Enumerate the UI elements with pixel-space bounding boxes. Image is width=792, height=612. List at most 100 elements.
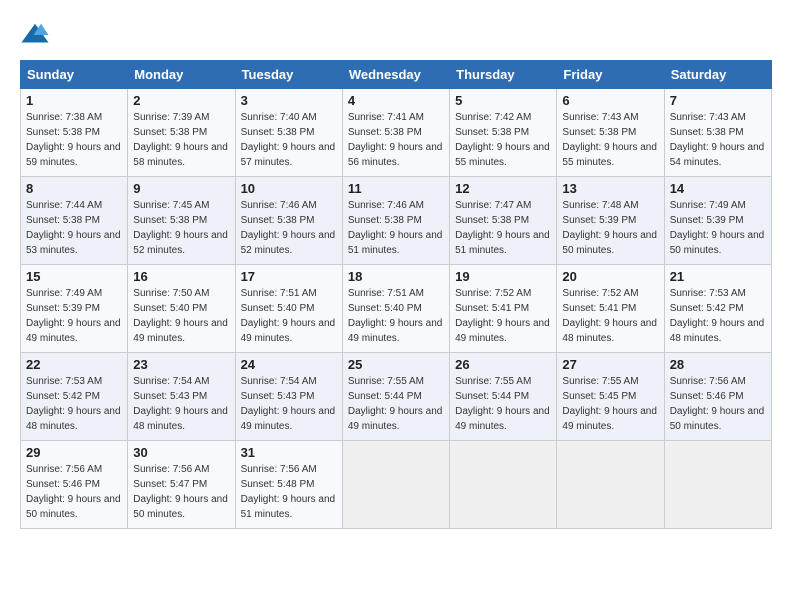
day-info: Sunrise: 7:55 AM Sunset: 5:44 PM Dayligh… — [348, 374, 444, 434]
day-info: Sunrise: 7:44 AM Sunset: 5:38 PM Dayligh… — [26, 198, 122, 258]
day-info: Sunrise: 7:49 AM Sunset: 5:39 PM Dayligh… — [26, 286, 122, 346]
calendar-day-cell: 29 Sunrise: 7:56 AM Sunset: 5:46 PM Dayl… — [21, 441, 128, 529]
day-info: Sunrise: 7:56 AM Sunset: 5:46 PM Dayligh… — [26, 462, 122, 522]
weekday-header: Saturday — [664, 61, 771, 89]
day-info: Sunrise: 7:46 AM Sunset: 5:38 PM Dayligh… — [348, 198, 444, 258]
day-info: Sunrise: 7:52 AM Sunset: 5:41 PM Dayligh… — [562, 286, 658, 346]
calendar-day-cell — [342, 441, 449, 529]
calendar-day-cell: 2 Sunrise: 7:39 AM Sunset: 5:38 PM Dayli… — [128, 89, 235, 177]
calendar-week-row: 22 Sunrise: 7:53 AM Sunset: 5:42 PM Dayl… — [21, 353, 772, 441]
calendar-day-cell: 23 Sunrise: 7:54 AM Sunset: 5:43 PM Dayl… — [128, 353, 235, 441]
day-number: 26 — [455, 357, 551, 372]
calendar-day-cell: 28 Sunrise: 7:56 AM Sunset: 5:46 PM Dayl… — [664, 353, 771, 441]
day-info: Sunrise: 7:53 AM Sunset: 5:42 PM Dayligh… — [670, 286, 766, 346]
calendar-day-cell: 6 Sunrise: 7:43 AM Sunset: 5:38 PM Dayli… — [557, 89, 664, 177]
day-info: Sunrise: 7:43 AM Sunset: 5:38 PM Dayligh… — [562, 110, 658, 170]
day-number: 8 — [26, 181, 122, 196]
day-info: Sunrise: 7:38 AM Sunset: 5:38 PM Dayligh… — [26, 110, 122, 170]
calendar-day-cell: 7 Sunrise: 7:43 AM Sunset: 5:38 PM Dayli… — [664, 89, 771, 177]
day-number: 29 — [26, 445, 122, 460]
calendar-day-cell: 4 Sunrise: 7:41 AM Sunset: 5:38 PM Dayli… — [342, 89, 449, 177]
weekday-header: Sunday — [21, 61, 128, 89]
calendar: SundayMondayTuesdayWednesdayThursdayFrid… — [20, 60, 772, 529]
calendar-day-cell: 31 Sunrise: 7:56 AM Sunset: 5:48 PM Dayl… — [235, 441, 342, 529]
day-info: Sunrise: 7:54 AM Sunset: 5:43 PM Dayligh… — [241, 374, 337, 434]
calendar-day-cell: 22 Sunrise: 7:53 AM Sunset: 5:42 PM Dayl… — [21, 353, 128, 441]
day-number: 4 — [348, 93, 444, 108]
day-info: Sunrise: 7:52 AM Sunset: 5:41 PM Dayligh… — [455, 286, 551, 346]
day-number: 15 — [26, 269, 122, 284]
day-info: Sunrise: 7:41 AM Sunset: 5:38 PM Dayligh… — [348, 110, 444, 170]
day-info: Sunrise: 7:43 AM Sunset: 5:38 PM Dayligh… — [670, 110, 766, 170]
calendar-day-cell: 1 Sunrise: 7:38 AM Sunset: 5:38 PM Dayli… — [21, 89, 128, 177]
logo-icon — [20, 20, 50, 50]
day-info: Sunrise: 7:51 AM Sunset: 5:40 PM Dayligh… — [241, 286, 337, 346]
calendar-day-cell: 30 Sunrise: 7:56 AM Sunset: 5:47 PM Dayl… — [128, 441, 235, 529]
calendar-day-cell: 26 Sunrise: 7:55 AM Sunset: 5:44 PM Dayl… — [450, 353, 557, 441]
day-info: Sunrise: 7:54 AM Sunset: 5:43 PM Dayligh… — [133, 374, 229, 434]
day-number: 9 — [133, 181, 229, 196]
day-info: Sunrise: 7:46 AM Sunset: 5:38 PM Dayligh… — [241, 198, 337, 258]
calendar-day-cell: 16 Sunrise: 7:50 AM Sunset: 5:40 PM Dayl… — [128, 265, 235, 353]
day-number: 2 — [133, 93, 229, 108]
day-number: 14 — [670, 181, 766, 196]
weekday-header: Friday — [557, 61, 664, 89]
day-info: Sunrise: 7:56 AM Sunset: 5:46 PM Dayligh… — [670, 374, 766, 434]
day-info: Sunrise: 7:50 AM Sunset: 5:40 PM Dayligh… — [133, 286, 229, 346]
day-number: 7 — [670, 93, 766, 108]
day-info: Sunrise: 7:39 AM Sunset: 5:38 PM Dayligh… — [133, 110, 229, 170]
day-info: Sunrise: 7:55 AM Sunset: 5:44 PM Dayligh… — [455, 374, 551, 434]
calendar-day-cell — [450, 441, 557, 529]
day-info: Sunrise: 7:51 AM Sunset: 5:40 PM Dayligh… — [348, 286, 444, 346]
day-number: 5 — [455, 93, 551, 108]
day-number: 17 — [241, 269, 337, 284]
calendar-day-cell: 18 Sunrise: 7:51 AM Sunset: 5:40 PM Dayl… — [342, 265, 449, 353]
day-number: 20 — [562, 269, 658, 284]
day-number: 23 — [133, 357, 229, 372]
day-number: 22 — [26, 357, 122, 372]
calendar-day-cell: 8 Sunrise: 7:44 AM Sunset: 5:38 PM Dayli… — [21, 177, 128, 265]
day-number: 13 — [562, 181, 658, 196]
day-number: 24 — [241, 357, 337, 372]
day-number: 21 — [670, 269, 766, 284]
calendar-day-cell: 21 Sunrise: 7:53 AM Sunset: 5:42 PM Dayl… — [664, 265, 771, 353]
day-info: Sunrise: 7:40 AM Sunset: 5:38 PM Dayligh… — [241, 110, 337, 170]
calendar-day-cell: 9 Sunrise: 7:45 AM Sunset: 5:38 PM Dayli… — [128, 177, 235, 265]
calendar-day-cell: 14 Sunrise: 7:49 AM Sunset: 5:39 PM Dayl… — [664, 177, 771, 265]
calendar-day-cell: 25 Sunrise: 7:55 AM Sunset: 5:44 PM Dayl… — [342, 353, 449, 441]
day-number: 30 — [133, 445, 229, 460]
day-number: 1 — [26, 93, 122, 108]
day-number: 25 — [348, 357, 444, 372]
day-info: Sunrise: 7:42 AM Sunset: 5:38 PM Dayligh… — [455, 110, 551, 170]
weekday-header: Monday — [128, 61, 235, 89]
calendar-day-cell — [664, 441, 771, 529]
day-number: 12 — [455, 181, 551, 196]
day-info: Sunrise: 7:56 AM Sunset: 5:48 PM Dayligh… — [241, 462, 337, 522]
weekday-header: Thursday — [450, 61, 557, 89]
calendar-week-row: 8 Sunrise: 7:44 AM Sunset: 5:38 PM Dayli… — [21, 177, 772, 265]
calendar-day-cell: 12 Sunrise: 7:47 AM Sunset: 5:38 PM Dayl… — [450, 177, 557, 265]
calendar-week-row: 15 Sunrise: 7:49 AM Sunset: 5:39 PM Dayl… — [21, 265, 772, 353]
header — [20, 20, 772, 50]
calendar-day-cell: 5 Sunrise: 7:42 AM Sunset: 5:38 PM Dayli… — [450, 89, 557, 177]
day-number: 18 — [348, 269, 444, 284]
day-info: Sunrise: 7:47 AM Sunset: 5:38 PM Dayligh… — [455, 198, 551, 258]
calendar-day-cell: 24 Sunrise: 7:54 AM Sunset: 5:43 PM Dayl… — [235, 353, 342, 441]
calendar-day-cell: 3 Sunrise: 7:40 AM Sunset: 5:38 PM Dayli… — [235, 89, 342, 177]
day-number: 6 — [562, 93, 658, 108]
calendar-week-row: 29 Sunrise: 7:56 AM Sunset: 5:46 PM Dayl… — [21, 441, 772, 529]
day-info: Sunrise: 7:55 AM Sunset: 5:45 PM Dayligh… — [562, 374, 658, 434]
day-info: Sunrise: 7:45 AM Sunset: 5:38 PM Dayligh… — [133, 198, 229, 258]
day-number: 3 — [241, 93, 337, 108]
day-info: Sunrise: 7:49 AM Sunset: 5:39 PM Dayligh… — [670, 198, 766, 258]
day-number: 28 — [670, 357, 766, 372]
calendar-day-cell: 13 Sunrise: 7:48 AM Sunset: 5:39 PM Dayl… — [557, 177, 664, 265]
day-number: 27 — [562, 357, 658, 372]
day-number: 19 — [455, 269, 551, 284]
day-number: 11 — [348, 181, 444, 196]
calendar-day-cell: 19 Sunrise: 7:52 AM Sunset: 5:41 PM Dayl… — [450, 265, 557, 353]
day-info: Sunrise: 7:56 AM Sunset: 5:47 PM Dayligh… — [133, 462, 229, 522]
weekday-header: Wednesday — [342, 61, 449, 89]
calendar-day-cell: 10 Sunrise: 7:46 AM Sunset: 5:38 PM Dayl… — [235, 177, 342, 265]
day-info: Sunrise: 7:48 AM Sunset: 5:39 PM Dayligh… — [562, 198, 658, 258]
